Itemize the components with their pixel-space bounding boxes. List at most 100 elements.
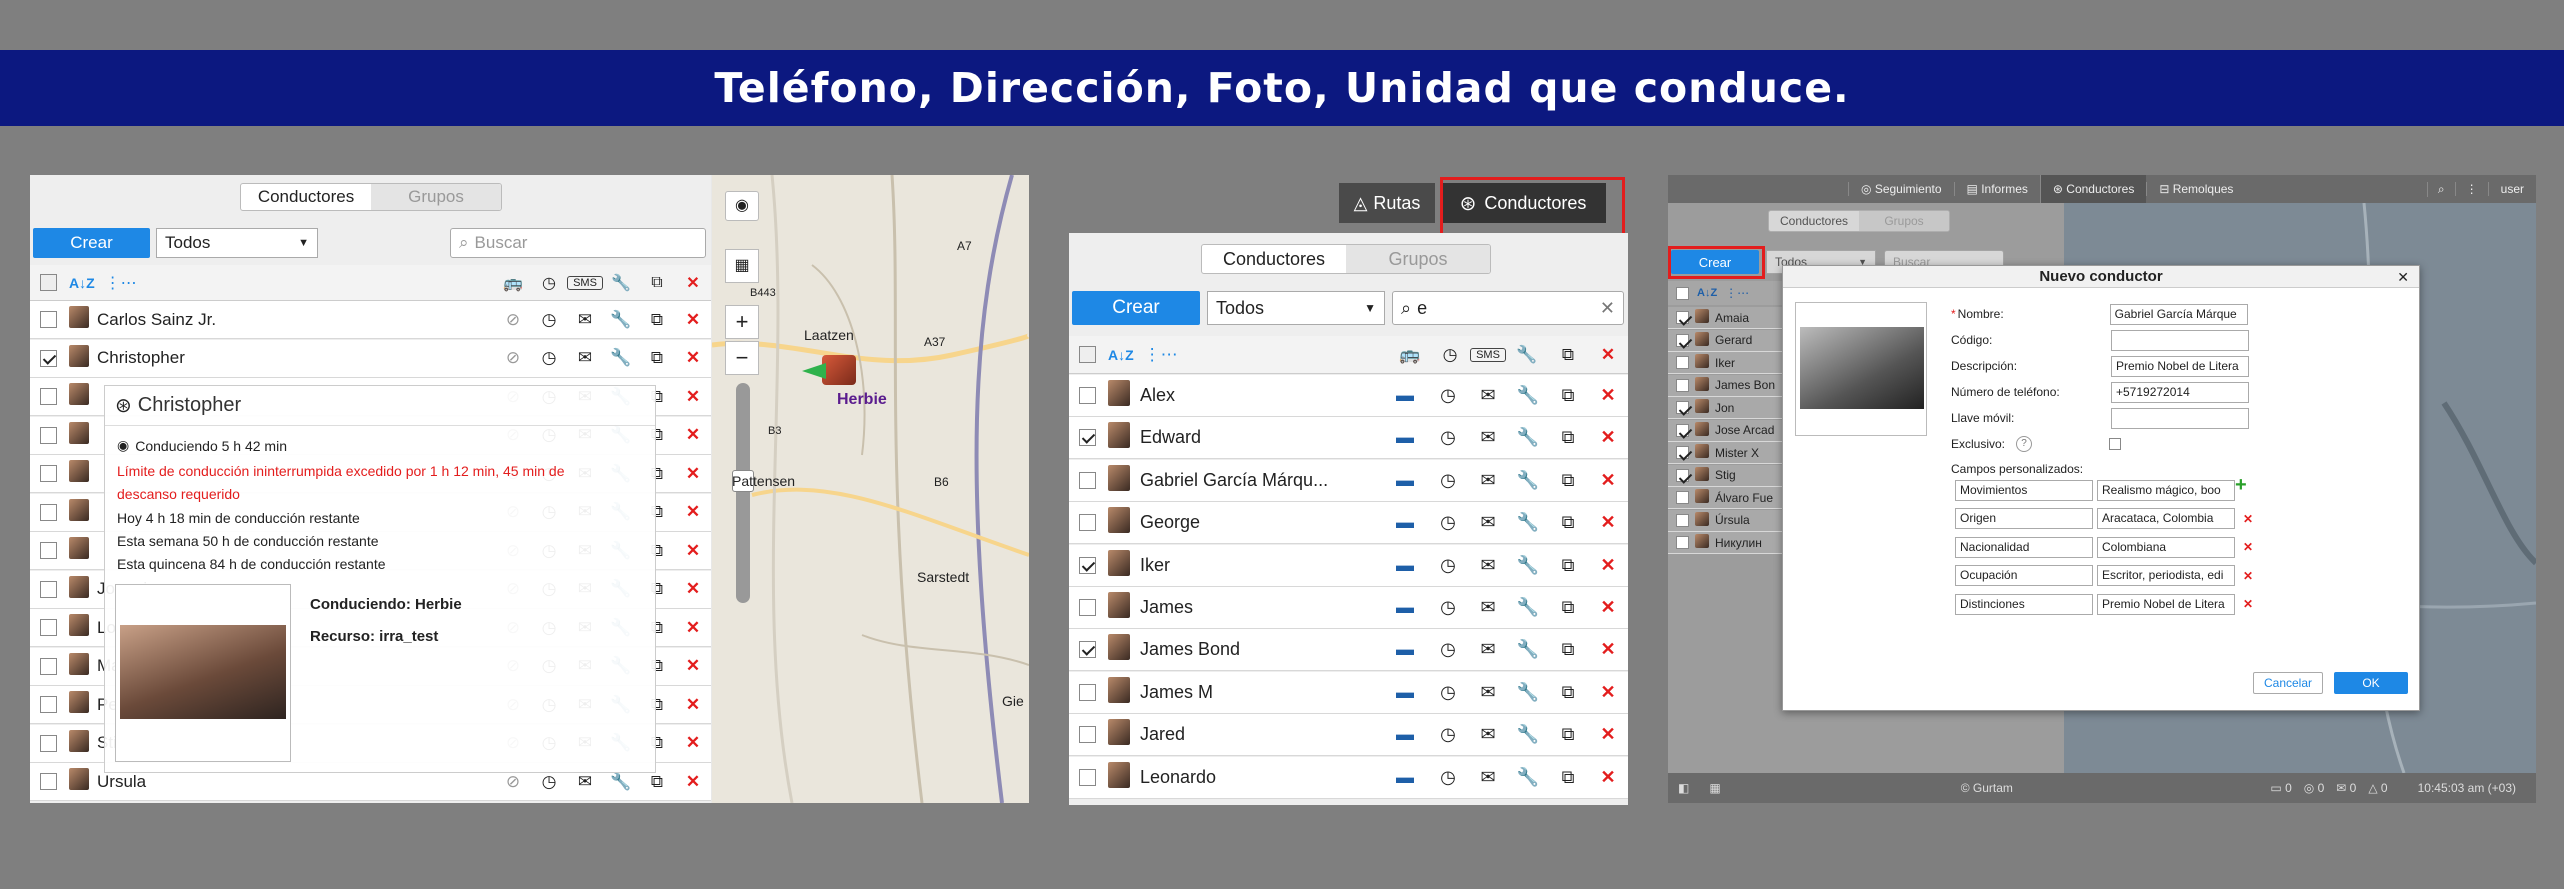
layers-button[interactable]: ▦ <box>725 249 759 283</box>
driver-name[interactable]: Stig <box>1715 468 1736 482</box>
eye-toggle-button[interactable]: ◉ <box>725 191 759 221</box>
sms-icon[interactable]: SMS <box>567 275 603 290</box>
driver-name[interactable]: Jon <box>1715 401 1734 415</box>
table-row[interactable]: Jared ▬ ◷ ✉ 🔧 ⧉ ✕ <box>1069 714 1628 757</box>
delete-icon[interactable]: ✕ <box>1588 597 1628 618</box>
copy-icon[interactable]: ⧉ <box>639 310 675 330</box>
wrench-icon[interactable]: 🔧 <box>1508 555 1548 576</box>
driver-name[interactable]: James <box>1140 597 1382 618</box>
delete-icon[interactable]: ✕ <box>675 310 711 330</box>
row-checkbox[interactable] <box>40 349 57 367</box>
zoom-out-button[interactable]: − <box>725 341 759 375</box>
panel-toggle-icon[interactable]: ◧ <box>1668 781 1699 795</box>
clock-icon[interactable]: ◷ <box>1428 427 1468 448</box>
copy-icon[interactable]: ⧉ <box>1548 682 1588 703</box>
row-checkbox[interactable] <box>1676 356 1689 369</box>
remove-field-icon[interactable]: ✕ <box>2243 597 2253 611</box>
copy-icon[interactable]: ⧉ <box>1548 427 1588 448</box>
clock-icon[interactable]: ◷ <box>531 310 567 330</box>
wrench-icon[interactable]: 🔧 <box>603 273 639 293</box>
tab-groups[interactable]: Grupos <box>371 184 501 210</box>
remove-field-icon[interactable]: ✕ <box>2243 540 2253 554</box>
row-checkbox[interactable] <box>1676 401 1689 414</box>
unit-marker[interactable] <box>822 355 856 385</box>
row-checkbox[interactable] <box>1079 429 1096 447</box>
custom-field-key[interactable]: Movimientos <box>1955 479 2093 501</box>
clock-icon[interactable]: ◷ <box>1428 724 1468 745</box>
delete-icon[interactable]: ✕ <box>1588 385 1628 406</box>
delete-icon[interactable]: ✕ <box>675 656 711 676</box>
delete-icon[interactable]: ✕ <box>675 579 711 599</box>
custom-field-key[interactable]: Ocupación <box>1955 565 2093 587</box>
clock-icon[interactable]: ◷ <box>1430 345 1470 365</box>
driver-name[interactable]: James Bond <box>1140 639 1382 660</box>
driver-name[interactable]: Christopher <box>97 348 495 368</box>
zoom-slider[interactable] <box>736 383 750 603</box>
table-row[interactable]: Alex ▬ ◷ ✉ 🔧 ⧉ ✕ <box>1069 375 1628 417</box>
row-checkbox[interactable] <box>1676 423 1689 437</box>
delete-icon[interactable]: ✕ <box>1588 639 1628 660</box>
row-checkbox[interactable] <box>40 426 57 444</box>
create-button[interactable]: Crear <box>33 228 150 258</box>
table-row[interactable]: Christopher ⊘ ◷ ✉ 🔧 ⧉ ✕ <box>30 339 711 378</box>
driver-name[interactable]: Carlos Sainz Jr. <box>97 310 495 330</box>
photo-frame[interactable] <box>1795 302 1927 436</box>
sort-az-icon[interactable]: A↓Z <box>69 275 95 291</box>
clock-icon[interactable]: ◷ <box>1428 639 1468 660</box>
custom-field-key[interactable]: Distinciones <box>1955 593 2093 615</box>
mail-icon[interactable]: ✉ <box>1468 639 1508 660</box>
copy-icon[interactable]: ⧉ <box>1548 724 1588 745</box>
nav-reports[interactable]: ▤ Informes <box>1953 182 2040 196</box>
row-checkbox[interactable] <box>1079 641 1096 659</box>
driver-name[interactable]: Úrsula <box>1715 513 1750 527</box>
row-checkbox[interactable] <box>40 734 57 752</box>
filter-select[interactable]: Todos ▼ <box>156 228 318 258</box>
sort-az-icon[interactable]: A↓Z <box>1697 287 1717 299</box>
wrench-icon[interactable]: 🔧 <box>1508 512 1548 533</box>
driver-name[interactable]: Mister X <box>1715 446 1759 460</box>
driver-name[interactable]: Ursula <box>97 772 495 792</box>
zoom-in-button[interactable]: + <box>725 305 759 339</box>
delete-icon[interactable]: ✕ <box>1588 427 1628 448</box>
code-field[interactable] <box>2111 329 2249 351</box>
map-view[interactable]: ◉ ▦ + − Laatzen A37 A7 Pattensen B3 B6 S… <box>712 175 1029 803</box>
help-icon[interactable]: ? <box>2016 436 2032 452</box>
mail-icon[interactable]: ✉ <box>1468 767 1508 788</box>
select-all-checkbox[interactable] <box>40 274 57 291</box>
delete-icon[interactable]: ✕ <box>1588 345 1628 365</box>
row-checkbox[interactable] <box>40 465 57 482</box>
delete-icon[interactable]: ✕ <box>1588 470 1628 491</box>
row-checkbox[interactable] <box>1079 726 1096 744</box>
row-checkbox[interactable] <box>40 619 57 636</box>
sms-icon[interactable]: SMS <box>1470 347 1506 362</box>
table-row[interactable]: Leonardo ▬ ◷ ✉ 🔧 ⧉ ✕ <box>1069 756 1628 799</box>
wrench-icon[interactable]: 🔧 <box>1508 427 1548 448</box>
delete-icon[interactable]: ✕ <box>675 502 711 522</box>
delete-icon[interactable]: ✕ <box>1588 512 1628 533</box>
description-field[interactable]: Premio Nobel de Litera <box>2111 355 2249 377</box>
delete-icon[interactable]: ✕ <box>675 387 711 407</box>
nav-trailers[interactable]: ⊟ Remolques <box>2146 182 2245 196</box>
exclusive-checkbox[interactable] <box>2109 438 2121 450</box>
nav-tracking[interactable]: ◎ Seguimiento <box>1848 182 1954 196</box>
menu-dots-icon[interactable]: ⋮ <box>2454 182 2488 196</box>
driver-name[interactable]: Jose Arcad <box>1715 423 1774 437</box>
row-checkbox[interactable] <box>1079 387 1096 404</box>
clock-icon[interactable]: ◷ <box>1428 512 1468 533</box>
wrench-icon[interactable]: 🔧 <box>1508 385 1548 406</box>
search-icon[interactable]: ⌕ <box>2426 181 2455 197</box>
driver-name[interactable]: Jared <box>1140 724 1382 745</box>
delete-icon[interactable]: ✕ <box>675 541 711 561</box>
driver-name[interactable]: Никулин <box>1715 536 1762 550</box>
delete-icon[interactable]: ✕ <box>675 273 711 293</box>
mobile-key-field[interactable] <box>2111 407 2249 429</box>
custom-field-value[interactable]: Realismo mágico, boo <box>2097 479 2235 501</box>
clock-icon[interactable]: ◷ <box>1428 597 1468 618</box>
clock-icon[interactable]: ◷ <box>531 273 567 293</box>
mail-icon[interactable]: ✉ <box>567 772 603 792</box>
wrench-icon[interactable]: 🔧 <box>1506 345 1548 365</box>
search-input[interactable]: ⌕ Buscar <box>450 228 706 258</box>
row-checkbox[interactable] <box>40 311 57 328</box>
row-checkbox[interactable] <box>40 773 57 790</box>
sort-az-icon[interactable]: A↓Z <box>1108 347 1134 363</box>
